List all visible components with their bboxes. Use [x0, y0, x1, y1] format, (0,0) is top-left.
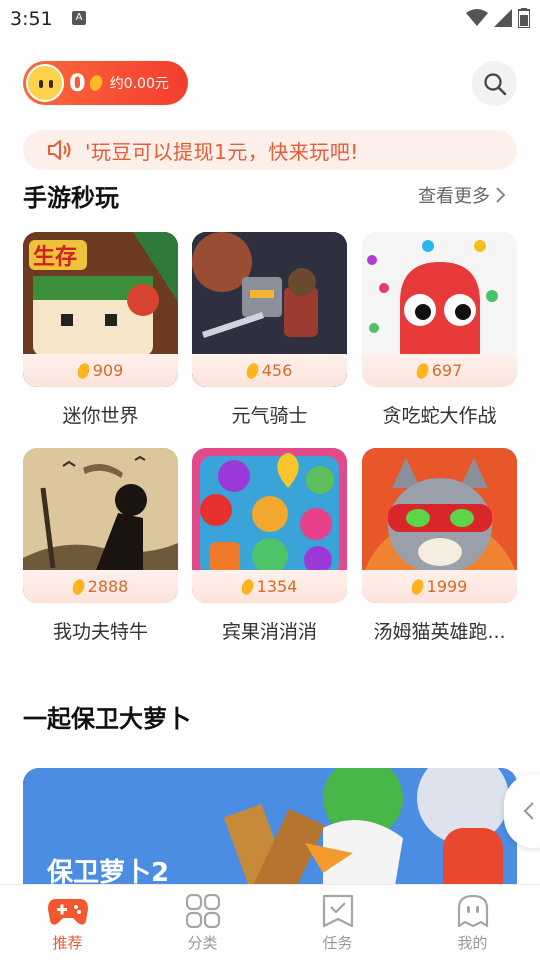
ghost-profile-icon: [453, 893, 493, 929]
bean-icon: [239, 577, 256, 596]
game-name: 迷你世界: [62, 405, 139, 427]
status-time: 3:51: [10, 8, 53, 30]
notice-bar[interactable]: '玩豆可以提现1元，快来玩吧!: [23, 130, 517, 170]
nav-item-category[interactable]: 分类: [135, 885, 270, 960]
signal-icon: [494, 9, 512, 27]
game-price: 456: [192, 354, 347, 387]
game-card-bingo[interactable]: 1354 宾果消消消: [192, 448, 347, 644]
bean-icon: [244, 361, 261, 380]
svg-text:生存: 生存: [33, 244, 77, 270]
game-price: 909: [23, 354, 178, 387]
game-card-snake[interactable]: 697 贪吃蛇大作战: [362, 232, 517, 428]
wifi-icon: [466, 9, 488, 26]
game-card-mini-world[interactable]: 生存 909 迷你世界: [23, 232, 178, 428]
game-price: 1999: [362, 570, 517, 603]
game-beans: 1999: [426, 577, 468, 596]
bean-mascot-avatar: [26, 64, 64, 102]
more-link[interactable]: 查看更多: [418, 182, 506, 208]
nav-label: 我的: [457, 934, 488, 952]
status-bar: 3:51 A: [0, 0, 540, 38]
grid-icon: [183, 893, 223, 929]
game-beans: 2888: [87, 577, 129, 596]
bean-count: 0: [69, 69, 86, 97]
chevron-left-icon: [523, 802, 534, 820]
game-beans: 697: [431, 361, 463, 380]
gamepad-icon: [47, 893, 88, 929]
notification-a-icon: A: [72, 11, 86, 25]
bean-icon: [75, 361, 92, 380]
bean-icon: [409, 577, 426, 596]
nav-item-mine[interactable]: 我的: [405, 885, 540, 960]
game-name: 汤姆猫英雄跑...: [373, 621, 506, 643]
task-check-icon: [318, 893, 358, 929]
speaker-icon: [48, 140, 71, 160]
bottom-nav: 推荐 分类 任务 我的: [0, 884, 540, 960]
game-thumb: 456: [192, 232, 347, 387]
game-price: 697: [362, 354, 517, 387]
nav-label: 任务: [322, 934, 353, 952]
bean-icon: [70, 577, 87, 596]
bean-icon: [414, 361, 431, 380]
nav-item-tasks[interactable]: 任务: [270, 885, 405, 960]
game-thumb: 1999: [362, 448, 517, 603]
game-name: 贪吃蛇大作战: [382, 405, 497, 427]
game-card-tom-hero[interactable]: 1999 汤姆猫英雄跑...: [362, 448, 517, 644]
bean-balance-pill[interactable]: 0 约0.00元: [23, 61, 188, 105]
chevron-right-icon: [496, 187, 506, 203]
section-title-banner: 一起保卫大萝卜: [23, 705, 191, 733]
nav-item-recommend[interactable]: 推荐: [0, 885, 135, 960]
notice-text: '玩豆可以提现1元，快来玩吧!: [85, 139, 359, 164]
game-beans: 1354: [256, 577, 298, 596]
status-icons: [466, 8, 530, 28]
game-thumb: 生存 909: [23, 232, 178, 387]
nav-label: 分类: [187, 934, 218, 952]
section-title-games: 手游秒玩: [23, 184, 119, 212]
game-price: 2888: [23, 570, 178, 603]
game-card-kungfu[interactable]: 2888 我功夫特牛: [23, 448, 178, 644]
battery-icon: [518, 8, 530, 28]
game-name: 宾果消消消: [221, 621, 317, 643]
game-thumb: 697: [362, 232, 517, 387]
game-beans: 909: [92, 361, 124, 380]
more-link-label: 查看更多: [418, 186, 490, 207]
search-button[interactable]: [472, 61, 517, 106]
search-icon: [483, 72, 506, 95]
game-thumb: 2888: [23, 448, 178, 603]
game-thumb: 1354: [192, 448, 347, 603]
bean-icon: [87, 73, 105, 93]
game-card-soul-knight[interactable]: 456 元气骑士: [192, 232, 347, 428]
game-price: 1354: [192, 570, 347, 603]
game-name: 元气骑士: [231, 405, 308, 427]
balance-yuan: 约0.00元: [109, 76, 169, 92]
game-name: 我功夫特牛: [52, 621, 148, 643]
nav-label: 推荐: [52, 934, 83, 952]
game-beans: 456: [261, 361, 293, 380]
